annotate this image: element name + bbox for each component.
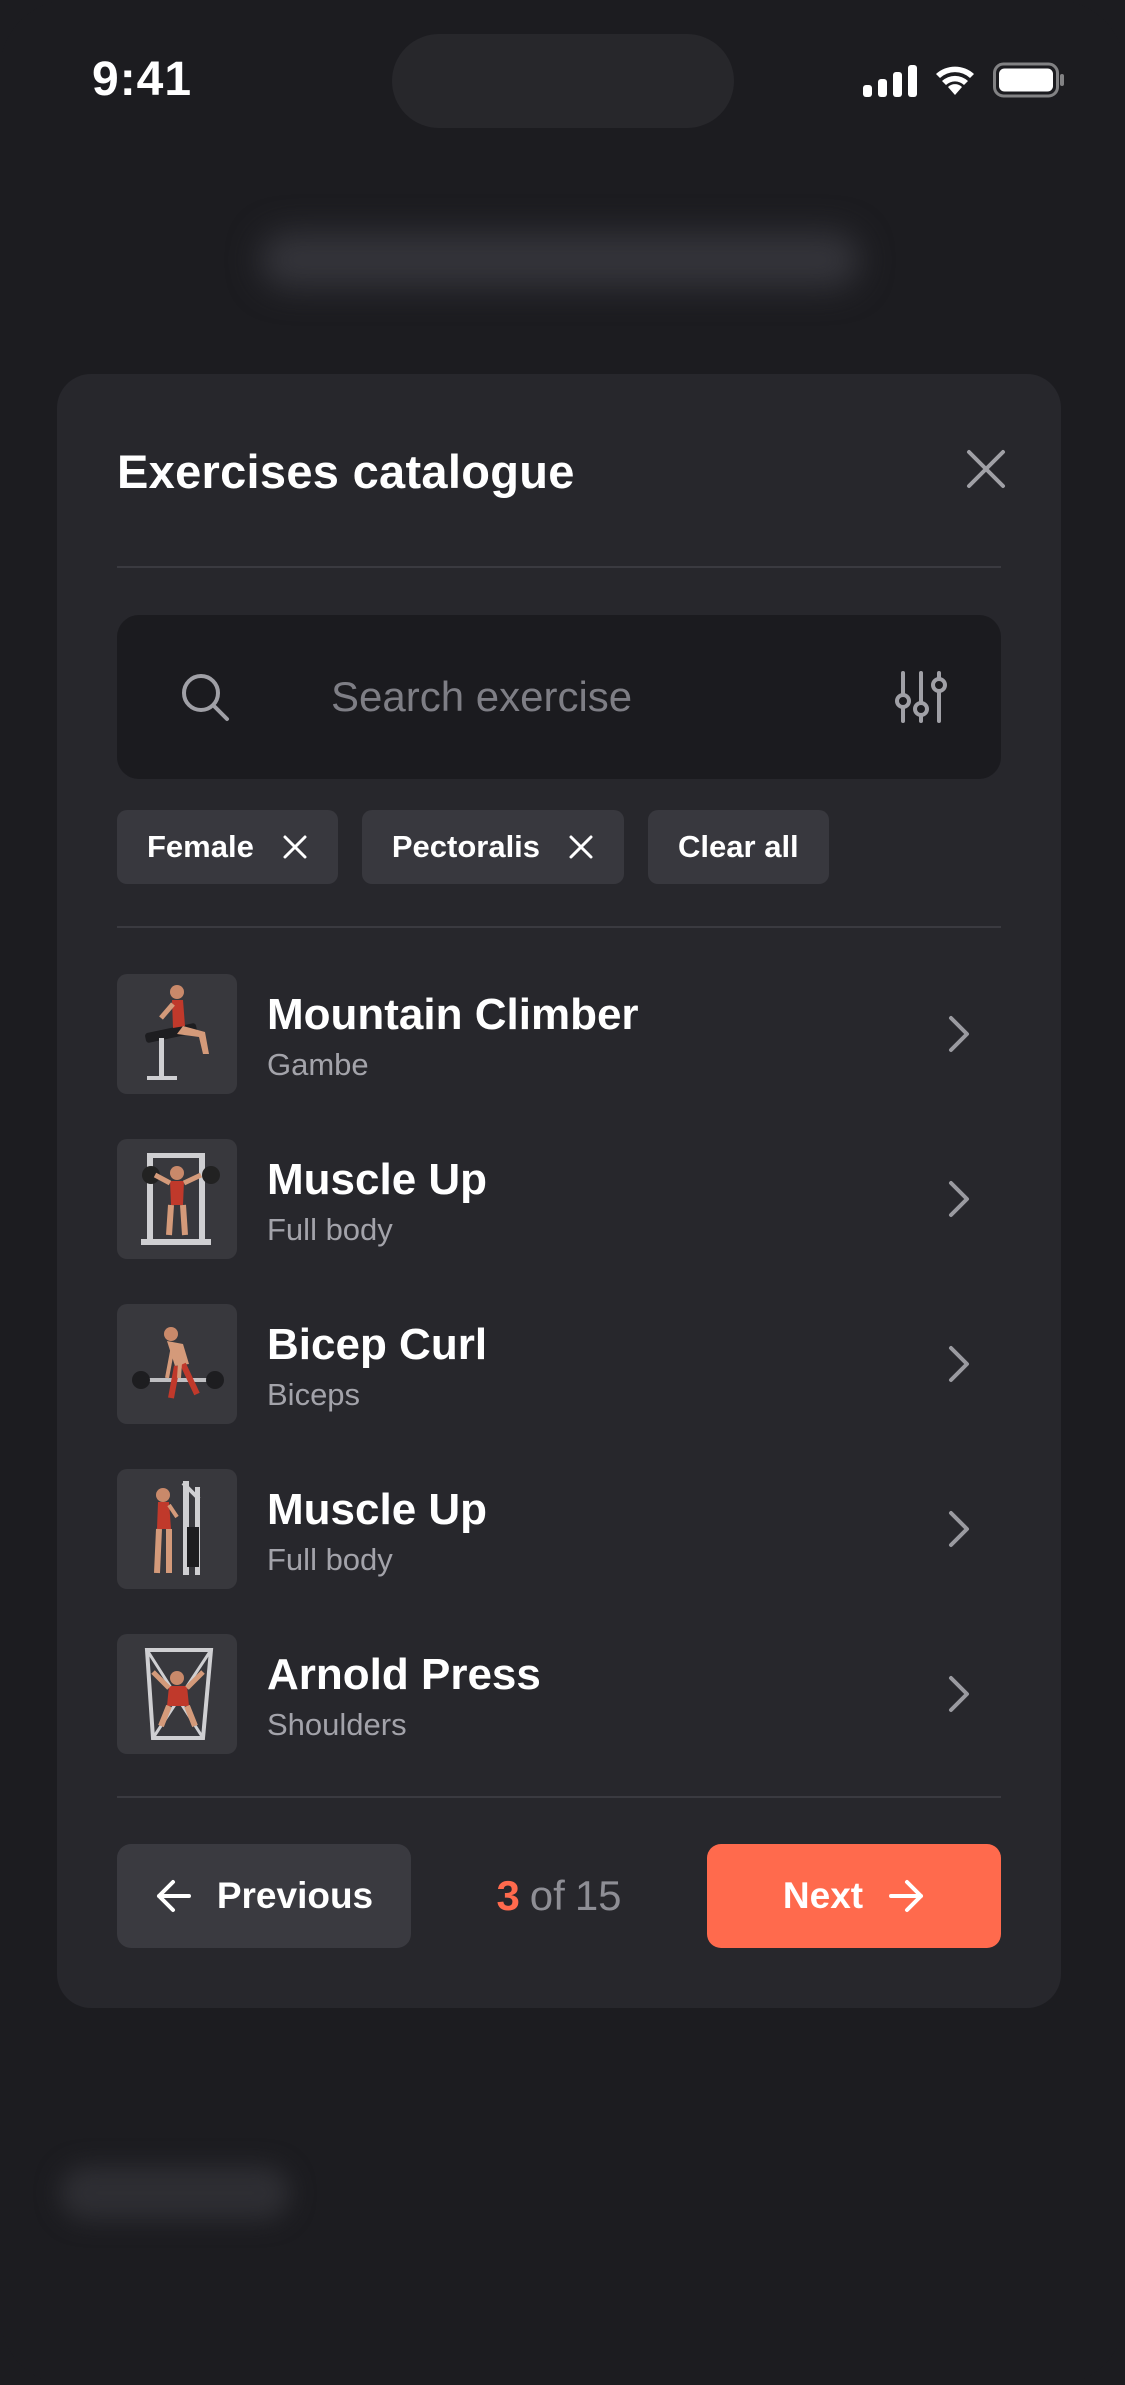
exercise-name: Muscle Up [267,1485,488,1534]
screen: 9:41 Exercises catalogue Search exercise… [0,0,1125,2385]
exercise-row[interactable]: Mountain Climber Gambe [117,974,1001,1139]
exercise-muscle: Full body [267,1542,393,1577]
status-time: 9:41 [92,53,193,106]
total-pages: 15 [574,1872,622,1919]
exercise-thumbnail [117,1139,237,1259]
wifi-icon [936,66,974,95]
filter-chip-label: Female [147,829,254,864]
pagination: Previous 3 of 15 Next [117,1844,1001,1948]
exercise-name: Bicep Curl [267,1320,488,1369]
page-indicator: 3 of 15 [411,1844,707,1948]
page-of-label: of [529,1872,565,1919]
exercise-muscle: Biceps [267,1377,361,1412]
exercise-thumbnail [117,1469,237,1589]
divider [117,566,1001,568]
close-icon[interactable] [568,834,594,860]
status-icons [863,60,1065,100]
previous-button[interactable]: Previous [117,1844,411,1948]
previous-label: Previous [216,1875,374,1916]
next-label: Next [782,1875,864,1916]
chevron-right-icon [949,1511,969,1547]
filter-sliders-icon[interactable] [893,669,949,725]
exercise-row[interactable]: Arnold Press Shoulders [117,1634,1001,1799]
dynamic-island [392,34,734,128]
exercise-name: Arnold Press [267,1650,541,1699]
chevron-right-icon [949,1181,969,1217]
exercise-thumbnail [117,1304,237,1424]
background-blurred-title [260,232,860,288]
divider [117,1796,1001,1798]
filter-chip-pectoralis[interactable]: Pectoralis [361,810,625,884]
exercise-name: Mountain Climber [267,990,639,1039]
chevron-right-icon [949,1346,969,1382]
search-input[interactable] [331,669,891,725]
exercise-list: Mountain Climber Gambe Muscle Up Full bo… [117,974,1001,1799]
exercises-catalogue-modal: Exercises catalogue Search exercise Fema… [57,374,1061,2008]
search-bar [117,615,1001,779]
next-button[interactable]: Next [707,1844,1001,1948]
exercise-muscle: Gambe [267,1047,369,1082]
clear-all-button[interactable]: Clear all [648,810,829,884]
search-icon [182,674,229,721]
filter-chip-female[interactable]: Female [117,810,338,884]
exercise-row[interactable]: Muscle Up Full body [117,1469,1001,1634]
battery-icon [993,62,1064,98]
arrow-left-icon [156,1880,191,1912]
modal-title: Exercises catalogue [117,445,575,498]
exercise-name: Muscle Up [267,1155,488,1204]
exercise-thumbnail [117,1634,237,1754]
exercise-muscle: Shoulders [267,1707,407,1742]
active-filters: Female Pectoralis Clear all [117,810,829,884]
exercise-row[interactable]: Muscle Up Full body [117,1139,1001,1304]
background-blurred-label [60,2166,290,2220]
cellular-signal-icon [863,63,917,97]
exercise-row[interactable]: Bicep Curl Biceps [117,1304,1001,1469]
arrow-right-icon [889,1880,924,1912]
clear-all-label: Clear all [678,829,799,864]
close-icon[interactable] [963,446,1009,492]
current-page: 3 [496,1872,520,1919]
divider [117,926,1001,928]
exercise-muscle: Full body [267,1212,393,1247]
filter-chip-label: Pectoralis [391,829,541,864]
exercise-thumbnail [117,974,237,1094]
chevron-right-icon [949,1016,969,1052]
close-icon[interactable] [282,834,308,860]
chevron-right-icon [949,1676,969,1712]
